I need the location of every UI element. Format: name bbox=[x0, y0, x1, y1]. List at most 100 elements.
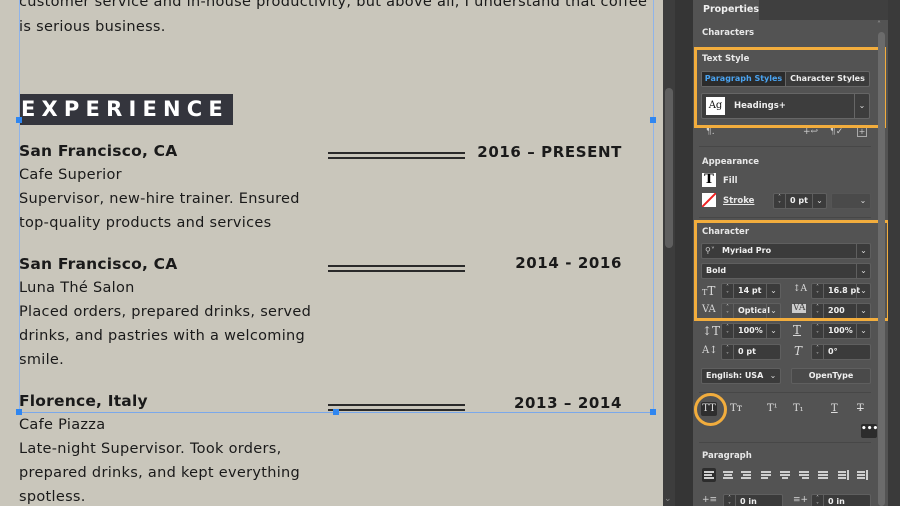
highlight-character bbox=[694, 220, 890, 321]
frame-handle-bottom-left[interactable] bbox=[16, 409, 22, 415]
job-description-line: spotless. bbox=[19, 489, 86, 505]
baseline-shift-icon: A↕ bbox=[702, 345, 718, 356]
stroke-weight-field[interactable]: ˄ ˅ 0 pt ⌄ bbox=[773, 193, 827, 209]
left-indent-icon: +≡ bbox=[702, 495, 718, 505]
panel-scrollbar[interactable]: ˄ bbox=[877, 20, 886, 506]
double-rule bbox=[328, 152, 465, 159]
job-description-line: drinks, and pastries with a welcoming bbox=[19, 328, 306, 344]
justify-right-button[interactable] bbox=[797, 468, 811, 482]
stepper-icon[interactable]: ˄ ˅ bbox=[812, 345, 824, 359]
panel-scroll-thumb[interactable] bbox=[878, 32, 885, 506]
small-caps-button[interactable]: Tт bbox=[730, 402, 742, 416]
job-location: San Francisco, CA bbox=[19, 255, 178, 273]
new-style-from-selection-icon[interactable]: +↩ bbox=[803, 128, 818, 137]
panel-gutter bbox=[675, 0, 693, 506]
tab-properties[interactable]: Properties bbox=[693, 0, 759, 20]
stroke-type-dropdown[interactable]: ⌄ bbox=[831, 193, 871, 209]
stroke-label[interactable]: Stroke bbox=[723, 196, 754, 206]
subscript-button[interactable]: T₁ bbox=[793, 402, 804, 416]
double-rule bbox=[328, 265, 465, 272]
vertical-scale-field[interactable]: ˄ ˅ 100% ⌄ bbox=[721, 323, 781, 339]
intro-line-1: customer service and in-house productivi… bbox=[19, 0, 648, 10]
frame-handle-left[interactable] bbox=[16, 117, 22, 123]
right-indent-icon: ≡+ bbox=[793, 495, 809, 505]
vertical-scale-icon: ↕T bbox=[702, 324, 721, 338]
skew-field[interactable]: ˄ ˅ 0° bbox=[811, 344, 871, 360]
job-dates: 2013 – 2014 bbox=[513, 394, 622, 412]
job-location: Florence, Italy bbox=[19, 392, 148, 410]
section-divider bbox=[699, 392, 871, 393]
job-description-line: prepared drinks, and kept everything bbox=[19, 465, 301, 481]
skew-icon: T bbox=[794, 344, 803, 358]
double-rule bbox=[328, 404, 465, 411]
job-description-line: top-quality products and services bbox=[19, 215, 272, 231]
stepper-icon[interactable]: ˄ ˅ bbox=[724, 495, 736, 506]
right-indent-field[interactable]: ˄ ˅ 0 in bbox=[811, 494, 871, 506]
job-location: San Francisco, CA bbox=[19, 142, 178, 160]
chevron-down-icon[interactable]: ⌄ bbox=[766, 369, 780, 383]
horizontal-scale-icon: T bbox=[793, 323, 802, 337]
redefine-style-icon[interactable]: ¶✓ bbox=[830, 128, 843, 137]
chevron-down-icon[interactable]: ⌄ bbox=[766, 324, 780, 338]
panel-tab-bar: Properties bbox=[693, 0, 888, 20]
section-heading-experience[interactable]: EXPERIENCE bbox=[19, 94, 233, 125]
stepper-icon[interactable]: ˄ ˅ bbox=[722, 345, 734, 359]
document-canvas[interactable]: customer service and in-house productivi… bbox=[0, 0, 663, 506]
fill-swatch[interactable]: T bbox=[702, 173, 716, 187]
chevron-down-icon[interactable]: ⌄ bbox=[856, 324, 870, 338]
paragraph-title: Paragraph bbox=[702, 451, 752, 461]
opentype-button[interactable]: OpenType bbox=[791, 368, 871, 384]
strikethrough-button[interactable]: T bbox=[857, 402, 864, 416]
left-indent-field[interactable]: ˄ ˅ 0 in bbox=[723, 494, 783, 506]
highlight-all-caps bbox=[694, 393, 727, 426]
canvas-vertical-scrollbar[interactable]: ⌄ bbox=[663, 0, 675, 506]
new-style-icon[interactable]: + bbox=[857, 127, 867, 137]
clear-overrides-icon[interactable]: ¶. bbox=[706, 128, 715, 137]
align-right-button[interactable] bbox=[739, 468, 753, 482]
text-frame-right-edge bbox=[653, 0, 654, 412]
align-center-button[interactable] bbox=[721, 468, 735, 482]
job-dates: 2016 – PRESENT bbox=[477, 143, 622, 161]
stepper-icon[interactable]: ˄ ˅ bbox=[812, 495, 824, 506]
underline-button[interactable]: T bbox=[831, 402, 838, 416]
highlight-text-style bbox=[694, 47, 886, 128]
horizontal-scale-field[interactable]: ˄ ˅ 100% ⌄ bbox=[811, 323, 871, 339]
stepper-icon[interactable]: ˄ ˅ bbox=[722, 324, 734, 338]
stepper-icon[interactable]: ˄ ˅ bbox=[774, 194, 786, 208]
section-divider bbox=[699, 217, 871, 218]
text-frame-left-edge bbox=[19, 0, 20, 412]
superscript-button[interactable]: T¹ bbox=[767, 402, 778, 416]
justify-all-button[interactable] bbox=[816, 468, 830, 482]
chevron-down-icon[interactable]: ⌄ bbox=[664, 494, 672, 504]
align-left-button[interactable] bbox=[702, 468, 716, 482]
job-dates: 2014 - 2016 bbox=[515, 254, 622, 272]
appearance-title: Appearance bbox=[702, 157, 760, 167]
stroke-swatch[interactable] bbox=[702, 193, 716, 207]
baseline-shift-field[interactable]: ˄ ˅ 0 pt bbox=[721, 344, 781, 360]
frame-handle-right[interactable] bbox=[650, 117, 656, 123]
intro-line-2: is serious business. bbox=[19, 19, 166, 35]
chevron-down-icon[interactable]: ⌄ bbox=[856, 194, 870, 208]
job-employer: Cafe Superior bbox=[19, 167, 122, 183]
job-description-line: Late-night Supervisor. Took orders, bbox=[19, 441, 282, 457]
panel-edge bbox=[888, 0, 900, 506]
section-divider bbox=[699, 146, 871, 147]
more-options-button[interactable]: ••• bbox=[861, 424, 878, 438]
job-description-line: smile. bbox=[19, 352, 65, 368]
align-away-from-spine-button[interactable] bbox=[855, 468, 869, 482]
fill-label: Fill bbox=[723, 176, 738, 186]
stepper-icon[interactable]: ˄ ˅ bbox=[812, 324, 824, 338]
chevron-up-icon[interactable]: ˄ bbox=[877, 20, 881, 29]
frame-handle-bottom-center[interactable] bbox=[333, 409, 339, 415]
justify-center-button[interactable] bbox=[778, 468, 792, 482]
chevron-down-icon[interactable]: ⌄ bbox=[812, 194, 826, 208]
frame-handle-bottom-right[interactable] bbox=[650, 409, 656, 415]
canvas-scroll-thumb[interactable] bbox=[665, 88, 673, 248]
job-description-line: Placed orders, prepared drinks, served bbox=[19, 304, 312, 320]
job-employer: Cafe Piazza bbox=[19, 417, 106, 433]
job-description-line: Supervisor, new-hire trainer. Ensured bbox=[19, 191, 300, 207]
language-dropdown[interactable]: English: USA ⌄ bbox=[701, 368, 781, 384]
job-employer: Luna Thé Salon bbox=[19, 280, 135, 296]
justify-left-button[interactable] bbox=[759, 468, 773, 482]
align-towards-spine-button[interactable] bbox=[836, 468, 850, 482]
